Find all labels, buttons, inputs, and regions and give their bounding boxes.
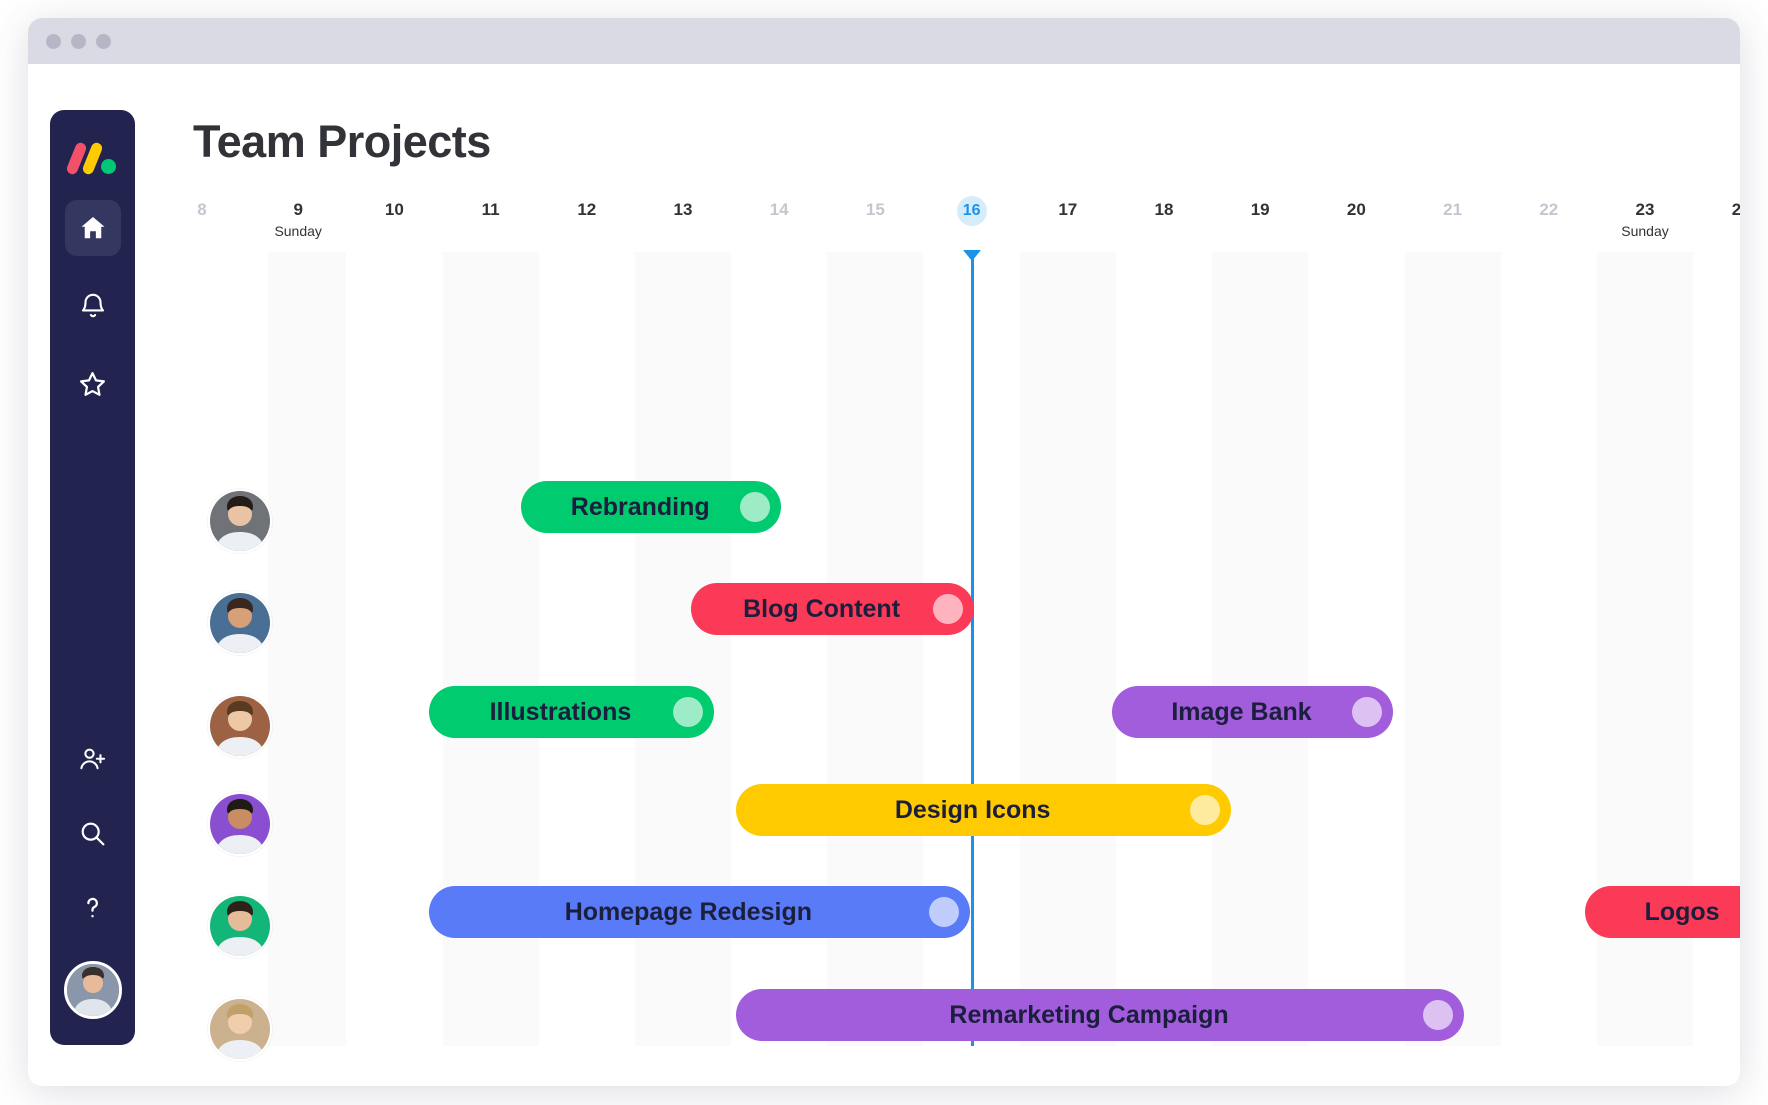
- task-bar-label: Remarketing Campaign: [949, 1000, 1229, 1029]
- task-bar-label: Image Bank: [1171, 697, 1312, 726]
- row-avatar[interactable]: [208, 694, 272, 758]
- task-bar-resize-handle[interactable]: [1190, 795, 1221, 825]
- sidebar: [50, 110, 135, 1045]
- day-of-week: Sunday: [1621, 223, 1669, 239]
- task-bar[interactable]: Image Bank: [1112, 686, 1393, 738]
- window-body: Team Projects 8 9 Sunday 10 11 12 13 14 15 16 17 18…: [28, 64, 1740, 1086]
- timeline-day-24[interactable]: 24: [1706, 200, 1740, 220]
- close-button[interactable]: [46, 34, 61, 49]
- day-number: 8: [197, 200, 207, 219]
- day-number: 17: [1058, 200, 1078, 219]
- task-bar-resize-handle[interactable]: [1423, 1000, 1454, 1030]
- row-avatar[interactable]: [208, 997, 272, 1061]
- timeline-day-16[interactable]: 16: [937, 196, 1007, 230]
- task-bar[interactable]: Blog Content: [690, 583, 975, 635]
- timeline-day-18[interactable]: 18: [1129, 200, 1199, 220]
- day-number: 22: [1539, 200, 1559, 219]
- day-number: 14: [769, 200, 789, 219]
- day-number: 20: [1346, 200, 1366, 219]
- task-bar-resize-handle[interactable]: [740, 492, 771, 522]
- task-bar-label: Logos: [1644, 897, 1720, 926]
- day-number: 9: [293, 200, 303, 219]
- timeline-day-11[interactable]: 11: [456, 200, 526, 220]
- timeline-day-17[interactable]: 17: [1033, 200, 1103, 220]
- task-bar-label: Illustrations: [489, 697, 632, 726]
- day-number: 10: [384, 200, 404, 219]
- task-bar[interactable]: Homepage Redesign: [429, 886, 970, 938]
- task-bar-label: Rebranding: [570, 492, 710, 521]
- task-bar-label: Design Icons: [894, 795, 1051, 824]
- timeline-column-stripe: [1212, 252, 1309, 1046]
- question-icon: [78, 893, 107, 922]
- star-icon: [77, 369, 108, 400]
- day-number: 21: [1443, 200, 1463, 219]
- day-number: 18: [1154, 200, 1174, 219]
- day-number: 15: [865, 200, 885, 219]
- task-bar-resize-handle[interactable]: [933, 594, 964, 624]
- sidebar-item-help[interactable]: [69, 883, 117, 931]
- monday-logo-icon[interactable]: [64, 138, 118, 178]
- timeline-day-19[interactable]: 19: [1225, 200, 1295, 220]
- task-bar[interactable]: Logos: [1585, 886, 1740, 938]
- task-bar-resize-handle[interactable]: [928, 897, 959, 927]
- timeline-day-13[interactable]: 13: [648, 200, 718, 220]
- task-bar-label: Blog Content: [743, 594, 901, 623]
- day-number: 12: [577, 200, 597, 219]
- day-number: 11: [481, 200, 500, 219]
- timeline-header: 8 9 Sunday 10 11 12 13 14 15 16 17 18 19 20 21 22 23 Sund…: [178, 196, 1740, 252]
- home-icon: [78, 213, 108, 243]
- task-bar-resize-handle[interactable]: [1351, 697, 1382, 727]
- sidebar-item-notifications[interactable]: [65, 278, 121, 334]
- timeline: 8 9 Sunday 10 11 12 13 14 15 16 17 18 19 20 21 22 23 Sund…: [178, 196, 1740, 1061]
- task-bar[interactable]: Remarketing Campaign: [735, 989, 1465, 1041]
- sidebar-item-search[interactable]: [69, 809, 117, 857]
- page-title: Team Projects: [193, 116, 491, 167]
- timeline-day-12[interactable]: 12: [552, 200, 622, 220]
- timeline-column-stripe: [1019, 252, 1116, 1046]
- row-avatar[interactable]: [208, 792, 272, 856]
- traffic-lights: [46, 34, 111, 49]
- timeline-day-8[interactable]: 8: [167, 200, 237, 220]
- row-avatar[interactable]: [208, 591, 272, 655]
- row-avatar[interactable]: [208, 894, 272, 958]
- day-of-week: Sunday: [274, 223, 322, 239]
- task-bar[interactable]: Design Icons: [735, 784, 1232, 836]
- timeline-column-stripe: [1404, 252, 1501, 1046]
- today-day-badge: 16: [956, 196, 987, 226]
- timeline-day-14[interactable]: 14: [744, 200, 814, 220]
- timeline-day-9[interactable]: 9 Sunday: [263, 200, 333, 240]
- today-marker-line: [970, 252, 974, 1046]
- timeline-day-21[interactable]: 21: [1418, 200, 1488, 220]
- sidebar-profile-avatar[interactable]: [63, 961, 122, 1019]
- bell-icon: [78, 291, 108, 321]
- app-window: Team Projects 8 9 Sunday 10 11 12 13 14 15 16 17 18…: [28, 18, 1740, 1086]
- day-number: 13: [673, 200, 693, 219]
- task-bar-resize-handle[interactable]: [672, 697, 703, 727]
- task-bar-label: Homepage Redesign: [564, 897, 812, 926]
- window-titlebar: [28, 18, 1740, 64]
- timeline-day-23[interactable]: 23 Sunday: [1610, 200, 1680, 240]
- task-bar[interactable]: Rebranding: [521, 481, 782, 533]
- search-icon: [78, 819, 107, 848]
- day-number: 24: [1731, 200, 1740, 219]
- timeline-day-20[interactable]: 20: [1321, 200, 1391, 220]
- day-number: 23: [1635, 200, 1655, 219]
- sidebar-item-favorites[interactable]: [65, 356, 121, 412]
- timeline-day-22[interactable]: 22: [1514, 200, 1584, 220]
- sidebar-item-home[interactable]: [64, 200, 121, 256]
- task-bar[interactable]: Illustrations: [429, 686, 714, 738]
- day-number: 19: [1250, 200, 1270, 219]
- add-user-icon: [78, 745, 107, 774]
- today-caret-icon: [962, 250, 981, 261]
- maximize-button[interactable]: [96, 34, 111, 49]
- sidebar-item-invite[interactable]: [69, 735, 117, 783]
- timeline-avatar-column: [178, 252, 272, 1061]
- timeline-day-15[interactable]: 15: [840, 200, 910, 220]
- timeline-day-10[interactable]: 10: [359, 200, 429, 220]
- minimize-button[interactable]: [71, 34, 86, 49]
- row-avatar[interactable]: [208, 489, 272, 553]
